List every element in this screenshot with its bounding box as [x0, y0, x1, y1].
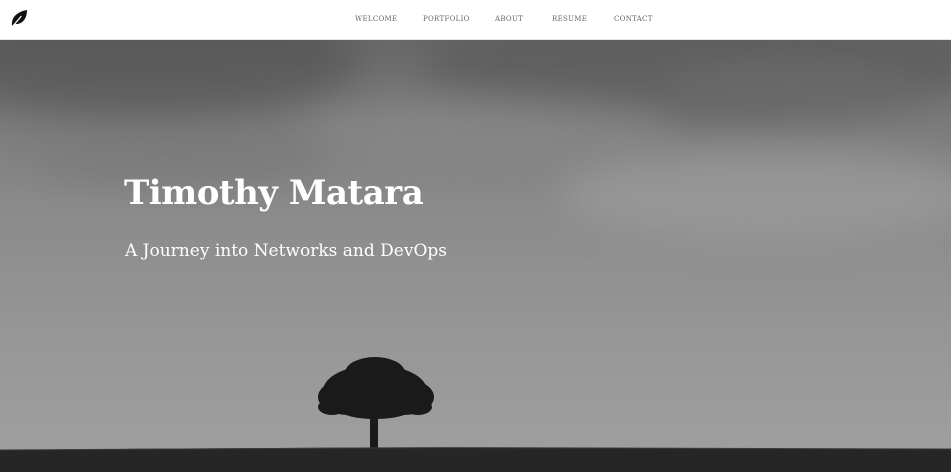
ground-horizon — [0, 447, 951, 472]
cloud-shape — [0, 39, 360, 119]
cloud-shape — [560, 149, 951, 239]
tree-silhouette — [318, 357, 434, 449]
nav-link-resume[interactable]: RESUME — [552, 15, 587, 23]
nav-link-about[interactable]: ABOUT — [495, 15, 523, 23]
cloud-shape — [300, 99, 680, 169]
nav-link-welcome[interactable]: WELCOME — [355, 15, 397, 23]
nav-menu: WELCOME PORTFOLIO ABOUT RESUME CONTACT — [0, 0, 951, 39]
nav-link-contact[interactable]: CONTACT — [614, 15, 653, 23]
nav-link-portfolio[interactable]: PORTFOLIO — [423, 15, 470, 23]
top-navigation-bar: WELCOME PORTFOLIO ABOUT RESUME CONTACT — [0, 0, 951, 40]
hero-section: Timothy Matara A Journey into Networks a… — [0, 39, 951, 472]
hero-subtitle: A Journey into Networks and DevOps — [125, 241, 447, 261]
hero-title: Timothy Matara — [124, 173, 424, 213]
cloud-shape — [660, 59, 920, 109]
